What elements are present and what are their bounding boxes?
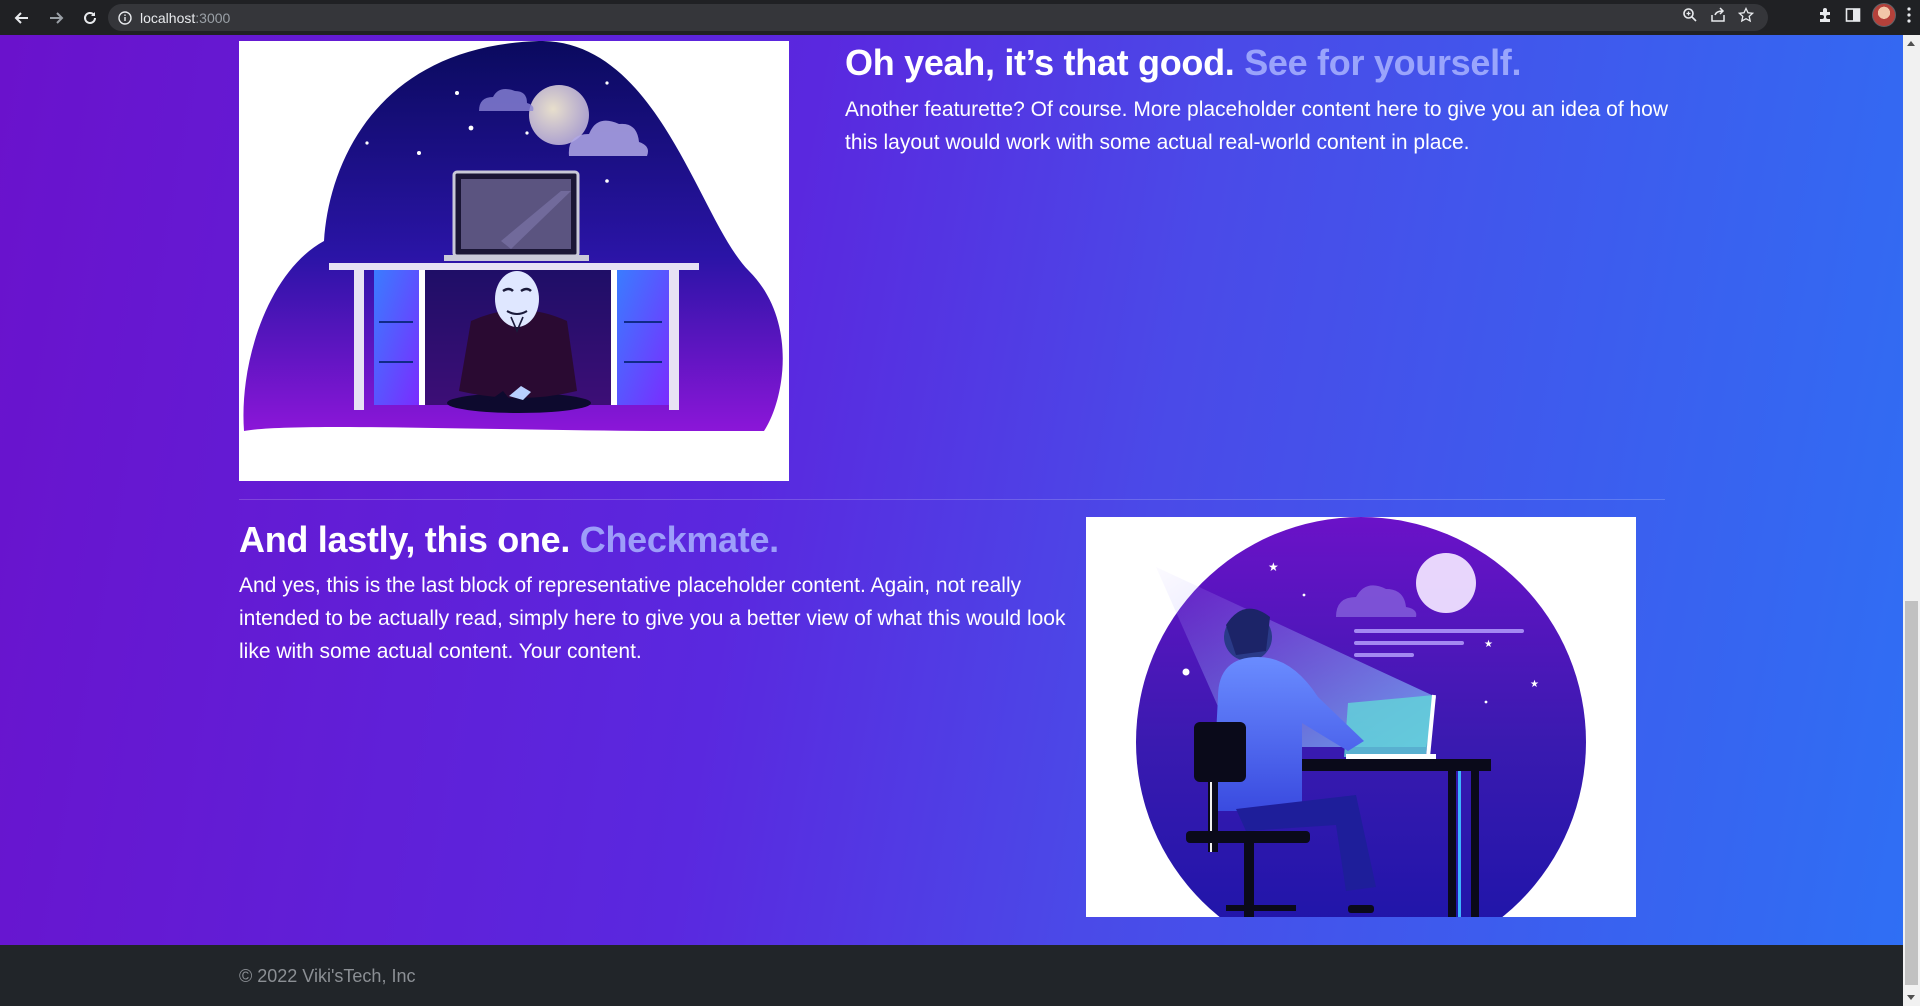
share-icon[interactable] [1710,7,1726,23]
svg-text:★: ★ [1530,679,1539,690]
forward-button[interactable] [40,2,72,34]
site-footer: © 2022 Viki'sTech, Inc [0,945,1903,1006]
svg-text:★: ★ [1484,639,1493,650]
scroll-up-arrow-icon[interactable] [1907,41,1915,46]
svg-text:★: ★ [1268,560,1279,574]
page-content: Oh yeah, it’s that good. See for yoursel… [0,35,1903,945]
featurette-image-hacker [239,41,789,481]
reload-button[interactable] [74,2,106,34]
scrollbar-thumb[interactable] [1905,601,1918,985]
scroll-down-arrow-icon[interactable] [1907,995,1915,1000]
featurette-text: Another featurette? Of course. More plac… [845,98,1669,154]
forward-icon [50,11,64,24]
featurette-heading-muted: Checkmate. [579,519,779,560]
extensions-icon[interactable] [1816,6,1834,24]
site-info-icon[interactable] [118,10,132,25]
featurette-heading: Oh yeah, it’s that good. See for yoursel… [845,42,1522,83]
featurette-image-developer: ★ ★ ★ [1086,517,1636,917]
featurette-text: And yes, this is the last block of repre… [239,574,1066,663]
url-text[interactable]: localhost:3000 [140,10,230,26]
profile-avatar[interactable] [1872,3,1896,27]
zoom-icon[interactable] [1682,7,1698,23]
bookmark-star-icon[interactable] [1738,7,1754,23]
developer-illustration: ★ ★ ★ [1136,517,1586,917]
browser-toolbar: localhost:3000 [0,0,1920,35]
side-panel-icon[interactable] [1844,6,1862,24]
featurette-heading-muted: See for yourself. [1244,42,1522,83]
hacker-illustration [239,41,783,481]
reload-icon [84,11,96,24]
address-bar[interactable]: localhost:3000 [108,4,1768,31]
featurette-divider [239,499,1665,500]
back-button[interactable] [6,2,38,34]
page-scrollbar[interactable] [1903,35,1920,1006]
featurette-heading: And lastly, this one. Checkmate. [239,519,779,560]
footer-copyright: © 2022 Viki'sTech, Inc [239,966,416,986]
back-icon [14,11,28,24]
menu-kebab-icon[interactable] [1906,6,1912,24]
